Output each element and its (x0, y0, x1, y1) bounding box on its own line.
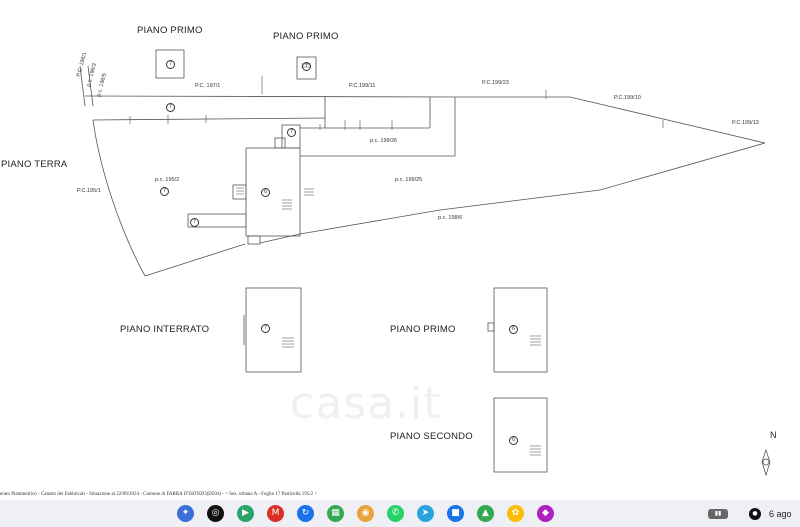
marker-6: 6 (509, 436, 518, 445)
compass-icon (761, 448, 771, 477)
marker-7: 7 (190, 218, 199, 227)
sync-icon[interactable]: ↻ (297, 505, 314, 522)
marker-7: 7 (166, 60, 175, 69)
whatsapp-icon[interactable]: ✆ (387, 505, 404, 522)
marker-7: 7 (166, 103, 175, 112)
apps-icon[interactable]: ▦ (327, 505, 344, 522)
battery-icon[interactable]: ▮▮ (708, 509, 728, 519)
gmail-icon[interactable]: M (267, 505, 284, 522)
parcel-label: P.C.199/13 (732, 120, 759, 126)
telegram-icon[interactable]: ➤ (417, 505, 434, 522)
parcel-label: p.c. 198/6 (438, 215, 463, 221)
label-piano-primo-1: PIANO PRIMO (137, 25, 203, 36)
parcel-label: p.c. 199/25 (395, 177, 423, 183)
label-piano-secondo: PIANO SECONDO (390, 431, 473, 442)
app-icon[interactable]: ◆ (537, 505, 554, 522)
parcel-label: P.C.199/10 (614, 95, 641, 101)
play-store-icon[interactable]: ▶ (237, 505, 254, 522)
parcel-label: P.C. 197/1 (195, 83, 221, 89)
parcel-label: P.C.199/11 (349, 83, 376, 89)
taskbar-date[interactable]: 6 ago (769, 509, 792, 519)
parcel-label: P.C.199/23 (482, 80, 509, 86)
chrome-icon[interactable]: ◉ (357, 505, 374, 522)
label-piano-terra: PIANO TERRA (1, 159, 68, 170)
record-icon[interactable]: ● (749, 508, 761, 520)
label-piano-primo-2: PIANO PRIMO (273, 31, 339, 42)
parcel-label: P.C.195/1 (77, 188, 101, 194)
photos-icon[interactable]: ✿ (507, 505, 524, 522)
watermark: casa.it (290, 378, 442, 429)
marker-7: 7 (261, 324, 270, 333)
marker-6: 6 (509, 325, 518, 334)
marker-6: 6 (261, 188, 270, 197)
marker-7: 7 (302, 62, 311, 71)
document-footer: erato Planimetrico - Catasto dei Fabbric… (0, 492, 318, 497)
drive-icon[interactable]: ▲ (477, 505, 494, 522)
parcel-label: p.c. 199/26 (370, 138, 398, 144)
boundary-line (84, 95, 461, 98)
podcast-icon[interactable]: ◎ (207, 505, 224, 522)
assistant-icon[interactable]: ✦ (177, 505, 194, 522)
marker-7: 7 (160, 187, 169, 196)
boundary-curve (92, 119, 146, 277)
marker-7: 7 (287, 128, 296, 137)
files-icon[interactable]: ■ (447, 505, 464, 522)
label-piano-primo-3: PIANO PRIMO (390, 324, 456, 335)
label-piano-interrato: PIANO INTERRATO (120, 324, 210, 335)
north-label: N (770, 430, 777, 440)
parcel-label: p.c. 195/2 (155, 177, 180, 183)
